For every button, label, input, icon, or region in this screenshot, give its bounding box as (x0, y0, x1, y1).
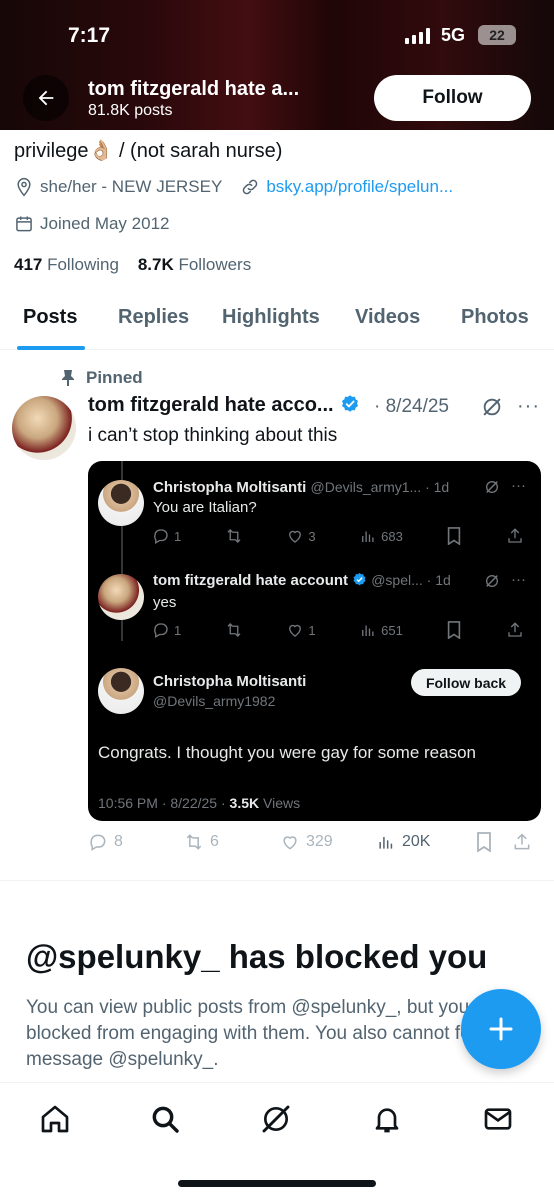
embed-avatar-christopha (98, 480, 144, 526)
search-icon[interactable] (147, 1101, 183, 1137)
follow-back-button: Follow back (411, 669, 521, 696)
embed-tweet-2-text: yes (153, 594, 177, 611)
profile-tabs: Posts Replies Highlights Videos Photos (0, 290, 554, 350)
back-button[interactable] (23, 75, 69, 121)
reply-button[interactable]: 8 (88, 832, 184, 852)
tab-posts[interactable]: Posts (23, 306, 77, 329)
embed-bookmark (446, 527, 462, 545)
home-indicator (178, 1180, 376, 1187)
embed-like: 3 (286, 527, 316, 545)
network-label: 5G (441, 25, 466, 45)
pinned-text: Pinned (86, 368, 143, 387)
repost-button[interactable]: 6 (184, 832, 280, 852)
like-button[interactable]: 329 (280, 832, 376, 852)
bio-emoji: 👌🏼 (88, 140, 114, 162)
followers-link[interactable]: 8.7K Followers (138, 255, 251, 274)
compose-button[interactable] (461, 989, 541, 1069)
embed-tweet-1-text: You are Italian? (153, 499, 257, 516)
embed-views: 651 (359, 621, 403, 639)
link-icon (243, 179, 258, 195)
embed-bookmark (446, 621, 462, 639)
embed-avatar-tom (98, 574, 144, 620)
embed-grok-icon (484, 479, 500, 498)
embed-tweet-2-author: tom fitzgerald hate account @spel... · 1… (153, 572, 451, 589)
notifications-icon[interactable] (369, 1101, 405, 1137)
messages-icon[interactable] (480, 1101, 516, 1137)
views-icon (379, 837, 393, 849)
blocked-body: You can view public posts from @spelunky… (26, 997, 526, 1070)
embed-main-handle: @Devils_army1982 (153, 693, 276, 709)
post-media-screenshot[interactable]: Christopha Moltisanti @Devils_army1... ·… (88, 461, 541, 821)
embed-repost (225, 527, 243, 545)
bio-text: privilege👌🏼 / (not sarah nurse) (14, 138, 282, 163)
status-time: 7:17 (68, 24, 111, 47)
embed-views: 683 (359, 527, 403, 545)
post-author-name[interactable]: tom fitzgerald hate acco... (88, 394, 360, 417)
pronouns-location: she/her - NEW JERSEY (40, 177, 223, 196)
signal-icon (405, 28, 430, 44)
reply-icon (90, 834, 106, 851)
joined-date: Joined May 2012 (40, 214, 170, 233)
tab-photos[interactable]: Photos (461, 306, 529, 329)
post-actions: 8 6 329 20K (88, 832, 538, 852)
embed-share (506, 621, 524, 639)
bio-text-tail: privilege (14, 140, 89, 162)
embed-more-icon: ··· (511, 477, 526, 494)
plus-icon (489, 1017, 513, 1041)
embed-avatar-christopha-main (98, 668, 144, 714)
embed-main-text: Congrats. I thought you were gay for som… (98, 743, 476, 762)
embed-more-icon: ··· (511, 571, 526, 588)
profile-link[interactable]: bsky.app/profile/spelun... (266, 177, 453, 197)
embed-reply: 1 (152, 621, 181, 639)
pin-icon (62, 370, 74, 386)
calendar-icon (16, 216, 32, 232)
tab-highlights[interactable]: Highlights (222, 306, 320, 329)
divider (0, 880, 554, 881)
bio-text-after: / (not sarah nurse) (113, 140, 283, 162)
embed-like: 1 (286, 621, 316, 639)
heart-icon (283, 836, 297, 850)
pinned-label: Pinned (60, 368, 143, 388)
embed-repost (225, 621, 243, 639)
bookmark-icon (477, 832, 491, 852)
embed-tweet-2-actions: 1 1 651 (152, 621, 524, 639)
location-pin-icon (17, 177, 31, 197)
tab-replies[interactable]: Replies (118, 306, 189, 329)
home-icon[interactable] (37, 1101, 73, 1137)
embed-main-author: Christopha Moltisanti (153, 673, 307, 690)
tab-videos[interactable]: Videos (355, 306, 420, 329)
header-posts-count: 81.8K posts (88, 102, 173, 119)
share-icon (514, 833, 530, 850)
repost-icon (186, 834, 202, 850)
more-options-icon[interactable]: ··· (517, 395, 540, 418)
header-title: tom fitzgerald hate a... (88, 78, 300, 100)
embed-tweet-1-actions: 1 3 683 (152, 527, 524, 545)
verified-badge-icon (341, 395, 358, 412)
blocked-title: @spelunky_ has blocked you (26, 938, 488, 975)
embed-reply: 1 (152, 527, 181, 545)
meta-joined-row: Joined May 2012 (14, 214, 169, 234)
share-button[interactable] (512, 832, 532, 852)
follow-button[interactable]: Follow (374, 75, 531, 121)
follow-counts: 417 Following 8.7K Followers (14, 255, 251, 275)
active-tab-indicator (17, 346, 85, 350)
battery-icon: 22 (478, 25, 516, 45)
embed-main-timestamp: 10:56 PM · 8/22/25 · 3.5K Views (98, 795, 301, 811)
arrow-left-icon (38, 90, 54, 106)
post-date[interactable]: · 8/24/25 (374, 396, 449, 418)
embed-share (506, 527, 524, 545)
following-link[interactable]: 417 Following (14, 255, 119, 274)
post-author-avatar[interactable] (12, 396, 76, 460)
bookmark-button[interactable] (476, 832, 512, 852)
embed-tweet-1-author: Christopha Moltisanti @Devils_army1... ·… (153, 479, 450, 496)
post-text: i can’t stop thinking about this (88, 425, 338, 446)
profile-header: 7:17 5G 22 tom fitzgerald hate a... 81.8… (0, 0, 554, 130)
grok-icon[interactable] (258, 1101, 294, 1137)
views-button[interactable]: 20K (376, 832, 476, 852)
meta-location-row: she/her - NEW JERSEY bsky.app/profile/sp… (14, 177, 453, 197)
grok-icon[interactable] (481, 396, 503, 423)
embed-grok-icon (484, 573, 500, 592)
